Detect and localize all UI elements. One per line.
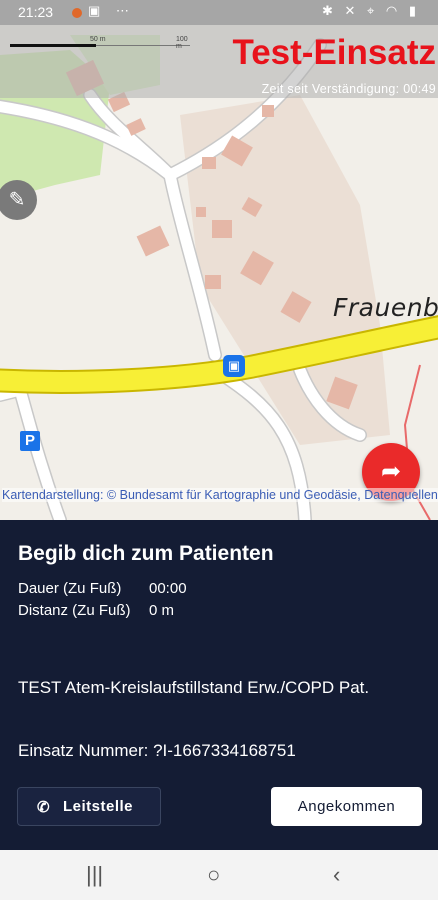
system-status-icons: ✱ ✕ ⌖ ◠ ▮ [321,3,420,18]
phone-icon: ✆ [37,799,50,816]
duration-value: 00:00 [149,580,187,597]
arrived-button[interactable]: Angekommen [271,787,422,826]
map-header-overlay: 50 m 100 m Test-Einsatz Zeit seit Verstä… [0,25,438,98]
notification-dot-icon [72,8,82,18]
map-attribution[interactable]: Kartendarstellung: © Bundesamt für Karto… [2,487,438,503]
distance-label: Distanz (Zu Fuß) [18,602,131,619]
back-icon[interactable]: ‹ [333,862,340,888]
home-icon[interactable]: ○ [207,862,220,888]
mission-panel: Begib dich zum Patienten Dauer (Zu Fuß) 0… [0,520,438,850]
duration-row: Dauer (Zu Fuß) 00:00 [18,580,187,597]
mission-number: Einsatz Nummer: ?I-1667334168751 [18,741,296,760]
dispatch-call-button[interactable]: ✆ Leitstelle [17,787,161,826]
recent-apps-icon[interactable]: ||| [86,862,103,888]
parking-icon: P [20,431,40,451]
status-bar: 21:23 ▣ ⋯ ✱ ✕ ⌖ ◠ ▮ [0,0,438,25]
panel-title: Begib dich zum Patienten [18,542,274,565]
scale-label-100: 100 m [176,36,188,50]
duration-label: Dauer (Zu Fuß) [18,580,122,597]
bus-stop-icon: ▣ [223,355,245,377]
map-view[interactable]: 50 m 100 m Test-Einsatz Zeit seit Verstä… [0,25,438,520]
time-since-alert: Zeit seit Verständigung: 00:49 [261,82,436,96]
distance-row: Distanz (Zu Fuß) 0 m [18,602,174,619]
dispatch-label: Leitstelle [63,798,134,815]
map-scale: 50 m 100 m [10,36,190,50]
mission-description: TEST Atem-Kreislaufstillstand Erw./COPD … [18,678,370,697]
map-canvas [0,35,438,520]
place-label: Frauenb [333,293,438,322]
status-time: 21:23 [18,4,54,20]
mission-title: Test-Einsatz [232,33,436,72]
notification-icons: ▣ ⋯ [88,3,135,18]
scale-label-50: 50 m [90,36,106,43]
distance-value: 0 m [149,602,175,619]
system-nav-bar: ||| ○ ‹ [0,850,438,900]
